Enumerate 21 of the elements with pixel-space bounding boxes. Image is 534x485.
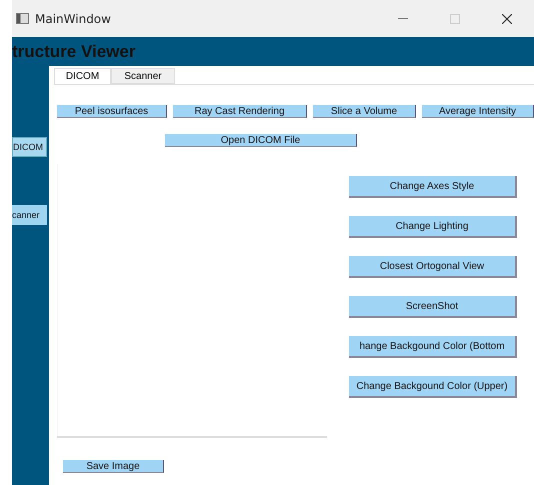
action-button[interactable]: Closest Ortogonal View [349, 256, 517, 278]
sidebar-item[interactable]: canner [12, 205, 47, 225]
toolbar-button[interactable]: Slice a Volume [313, 105, 416, 118]
app-title: tructure Viewer [12, 42, 136, 62]
action-button[interactable]: ScreenShot [349, 296, 517, 318]
toolbar-button[interactable]: Ray Cast Rendering [173, 105, 307, 118]
action-button[interactable]: Change Backgound Color (Upper) [349, 376, 517, 398]
tab[interactable]: Scanner [111, 68, 175, 84]
action-button[interactable]: Change Axes Style [349, 176, 517, 198]
tab[interactable]: DICOM [54, 68, 111, 84]
window-title: MainWindow [35, 12, 112, 26]
sidebar-item[interactable]: DICOM [12, 137, 47, 157]
app-icon [16, 13, 29, 24]
toolbar-button[interactable]: Peel isosurfaces [57, 105, 167, 118]
save-image-button[interactable]: Save Image [63, 460, 164, 473]
close-icon[interactable] [502, 14, 512, 24]
minimize-icon[interactable] [398, 18, 408, 20]
action-button[interactable]: hange Backgound Color (Bottom [349, 336, 517, 358]
open-file-button[interactable]: Open DICOM File [165, 134, 357, 147]
action-button[interactable]: Change Lighting [349, 216, 517, 238]
toolbar-button[interactable]: Average Intensity [422, 105, 534, 118]
